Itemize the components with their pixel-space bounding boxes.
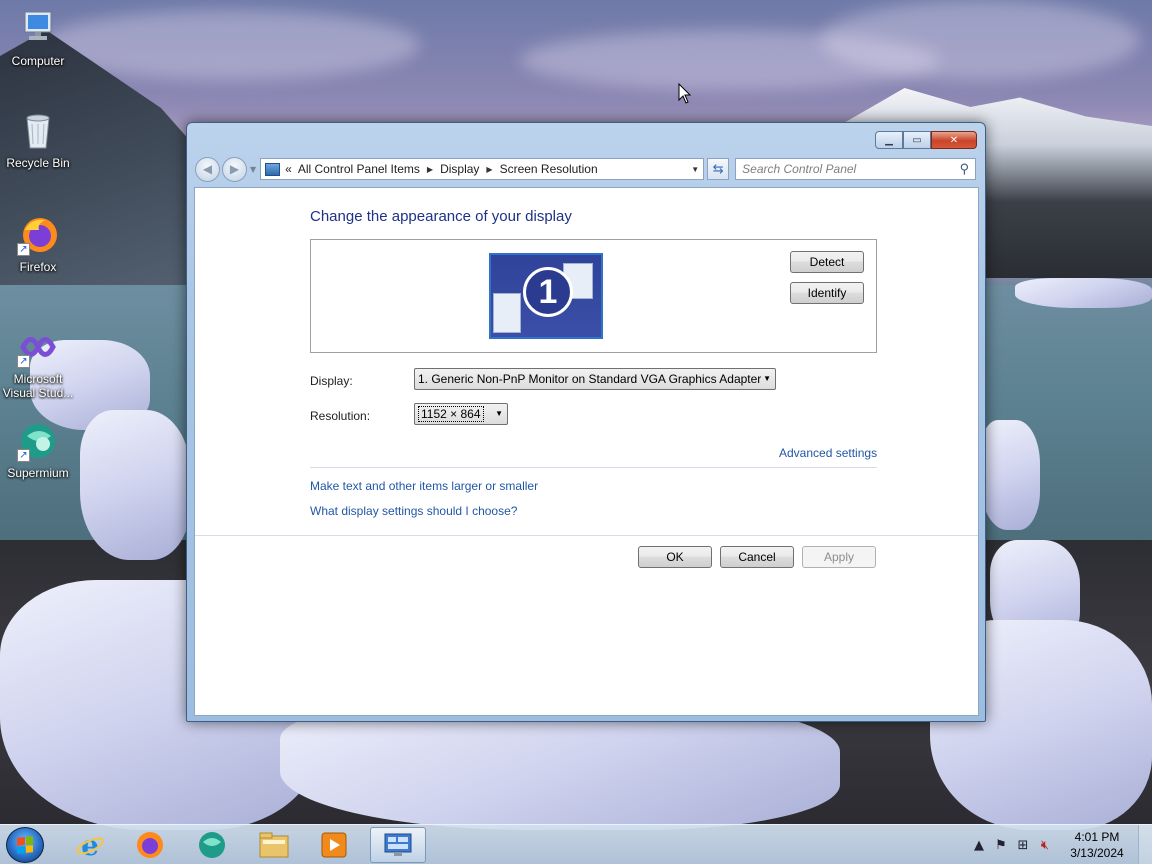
monitor-preview-area: 1 Detect Identify — [310, 239, 877, 353]
internet-explorer-icon: e — [76, 830, 104, 860]
clock-date: 3/13/2024 — [1070, 846, 1124, 860]
taskbar: e ▲ ⚑ ⊞ 🔇︎ 4:01 PM 3/13/2024 — [0, 824, 1152, 864]
control-panel-icon — [265, 162, 281, 176]
chevron-down-icon: ▼ — [495, 409, 503, 418]
desktop-icon-label: Firefox — [19, 260, 57, 274]
back-arrow-icon: ◀ — [202, 162, 213, 176]
media-player-icon — [321, 832, 347, 858]
breadcrumb-screen-resolution[interactable]: Screen Resolution — [500, 162, 598, 176]
desktop-icon-computer[interactable]: Computer — [0, 8, 76, 68]
search-box[interactable]: Search Control Panel ⚲ — [735, 158, 977, 180]
clock-time: 4:01 PM — [1074, 830, 1120, 844]
action-center-flag-icon[interactable]: ⚑ — [990, 838, 1012, 853]
divider — [195, 535, 978, 536]
maximize-icon: ▭ — [912, 134, 922, 146]
desktop-icon-label: Supermium — [7, 466, 69, 480]
resolution-label: Resolution: — [310, 409, 371, 423]
shortcut-arrow-icon: ↗ — [17, 449, 30, 462]
network-icon[interactable]: ⊞ — [1012, 838, 1034, 853]
notification-area: ▲ ⚑ ⊞ 🔇︎ 4:01 PM 3/13/2024 — [968, 825, 1152, 864]
visual-studio-icon: ↗ — [17, 326, 59, 368]
display-select-value: 1. Generic Non-PnP Monitor on Standard V… — [418, 372, 762, 386]
breadcrumb-display[interactable]: Display — [440, 162, 479, 176]
desktop-icon-recycle-bin[interactable]: Recycle Bin — [0, 110, 76, 170]
desktop-icon-label: Computer — [11, 54, 65, 68]
display-select[interactable]: 1. Generic Non-PnP Monitor on Standard V… — [414, 368, 776, 390]
resolution-select[interactable]: 1152 × 864 ▼ — [414, 403, 508, 425]
recycle-bin-icon — [17, 110, 59, 152]
breadcrumb-all-control-panel-items[interactable]: All Control Panel Items — [298, 162, 420, 176]
desktop-icon-label: Microsoft Visual Stud... — [2, 372, 74, 400]
back-button[interactable]: ◀ — [195, 156, 220, 182]
apply-button[interactable]: Apply — [802, 546, 876, 568]
refresh-icon: ⇆ — [712, 161, 724, 177]
desktop-icon-visual-studio[interactable]: ↗ Microsoft Visual Stud... — [0, 326, 76, 400]
clock[interactable]: 4:01 PM 3/13/2024 — [1056, 829, 1138, 861]
navigation-bar: ◀ ▶ ▼ « All Control Panel Items ▶ Displa… — [195, 156, 977, 182]
taskbar-media-player[interactable] — [306, 827, 362, 863]
maximize-button[interactable]: ▭ — [903, 131, 931, 149]
content-pane: Change the appearance of your display 1 … — [194, 187, 979, 716]
ok-button[interactable]: OK — [638, 546, 712, 568]
breadcrumb-overflow[interactable]: « — [285, 162, 292, 176]
address-bar[interactable]: « All Control Panel Items ▶ Display ▶ Sc… — [260, 158, 705, 180]
forward-button[interactable]: ▶ — [222, 156, 247, 182]
refresh-button[interactable]: ⇆ — [707, 158, 730, 180]
firefox-icon: ↗ — [17, 214, 59, 256]
close-icon: ✕ — [949, 134, 959, 146]
identify-button[interactable]: Identify — [790, 282, 864, 304]
shortcut-arrow-icon: ↗ — [17, 355, 30, 368]
mouse-cursor-icon — [678, 83, 692, 104]
desktop-icon-supermium[interactable]: ↗ Supermium — [0, 420, 76, 480]
search-icon[interactable]: ⚲ — [960, 161, 970, 177]
desktop-icon-firefox[interactable]: ↗ Firefox — [0, 214, 76, 274]
taskbar-control-panel[interactable] — [370, 827, 426, 863]
breadcrumb-separator-icon[interactable]: ▶ — [486, 165, 492, 174]
display-label: Display: — [310, 374, 353, 388]
supermium-icon — [199, 832, 225, 858]
monitor-1-preview[interactable]: 1 — [489, 253, 603, 339]
supermium-icon: ↗ — [17, 420, 59, 462]
computer-icon — [17, 8, 59, 50]
advanced-settings-link[interactable]: Advanced settings — [779, 446, 877, 460]
search-placeholder: Search Control Panel — [742, 162, 857, 176]
windows-logo-icon — [17, 836, 33, 854]
breadcrumb-separator-icon[interactable]: ▶ — [427, 165, 433, 174]
control-panel-icon — [384, 833, 412, 856]
start-button[interactable] — [6, 827, 44, 863]
text-size-link[interactable]: Make text and other items larger or smal… — [310, 479, 538, 493]
chevron-down-icon: ▼ — [763, 374, 771, 383]
show-hidden-icons-icon[interactable]: ▲ — [968, 838, 990, 853]
svg-text:e: e — [81, 830, 99, 860]
taskbar-file-explorer[interactable] — [246, 827, 302, 863]
minimize-icon: ▁ — [885, 134, 893, 146]
volume-muted-icon[interactable]: 🔇︎ — [1034, 838, 1056, 853]
monitor-number: 1 — [523, 267, 573, 317]
folder-icon — [259, 832, 289, 858]
close-button[interactable]: ✕ — [931, 131, 977, 149]
taskbar-firefox[interactable] — [122, 827, 178, 863]
minimize-button[interactable]: ▁ — [875, 131, 903, 149]
taskbar-supermium[interactable] — [184, 827, 240, 863]
desktop-icon-label: Recycle Bin — [6, 156, 70, 170]
detect-button[interactable]: Detect — [790, 251, 864, 273]
divider — [310, 467, 877, 468]
display-settings-help-link[interactable]: What display settings should I choose? — [310, 504, 517, 518]
firefox-icon — [137, 832, 163, 858]
cancel-button[interactable]: Cancel — [720, 546, 794, 568]
recent-pages-dropdown[interactable]: ▼ — [250, 165, 256, 174]
preview-window-icon — [493, 293, 521, 333]
screen-resolution-window: ▁ ▭ ✕ ◀ ▶ ▼ « All Control Panel Items ▶ … — [186, 122, 986, 722]
caption-buttons: ▁ ▭ ✕ — [875, 131, 977, 149]
address-dropdown-icon[interactable]: ▼ — [691, 165, 699, 174]
resolution-select-value: 1152 × 864 — [418, 406, 484, 422]
show-desktop-button[interactable] — [1138, 825, 1152, 864]
page-title: Change the appearance of your display — [310, 208, 572, 225]
shortcut-arrow-icon: ↗ — [17, 243, 30, 256]
forward-arrow-icon: ▶ — [229, 162, 240, 176]
taskbar-internet-explorer[interactable]: e — [62, 827, 118, 863]
